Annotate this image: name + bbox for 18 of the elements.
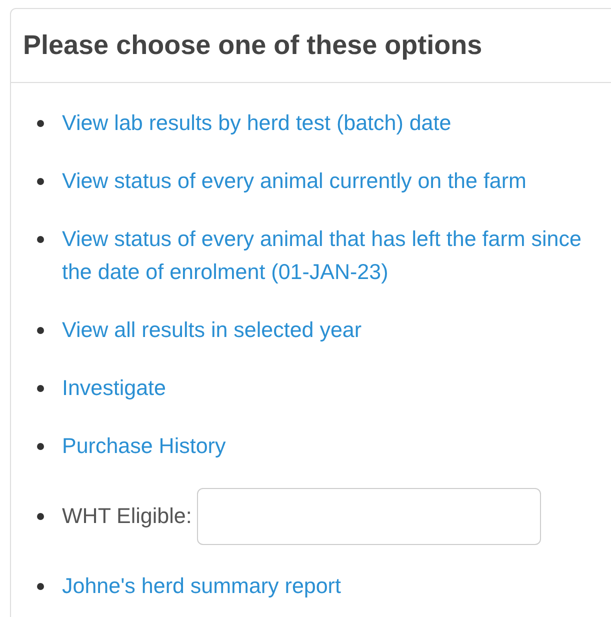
- bullet-icon: [37, 513, 44, 520]
- field-label: WHT Eligible:: [62, 503, 192, 530]
- option-link[interactable]: View status of every animal that has left the farm since the date of enrolment (01-JAN-23): [62, 223, 602, 289]
- option-link[interactable]: Investigate: [62, 372, 602, 405]
- bullet-icon: [37, 327, 44, 334]
- bullet-icon: [37, 385, 44, 392]
- bullet-icon: [37, 583, 44, 590]
- option-link[interactable]: View all results in selected year: [62, 314, 602, 347]
- bullet-icon: [37, 443, 44, 450]
- option-link[interactable]: View lab results by herd test (batch) date: [62, 107, 602, 140]
- bullet-icon: [37, 178, 44, 185]
- option-link[interactable]: Purchase History: [62, 430, 602, 463]
- option-link[interactable]: Johne's herd summary report: [62, 570, 602, 603]
- panel-title: Please choose one of these options: [23, 30, 482, 61]
- bullet-icon: [37, 120, 44, 127]
- bullet-icon: [37, 236, 44, 243]
- option-link[interactable]: View status of every animal currently on the farm: [62, 165, 602, 198]
- input-field[interactable]: [196, 488, 541, 545]
